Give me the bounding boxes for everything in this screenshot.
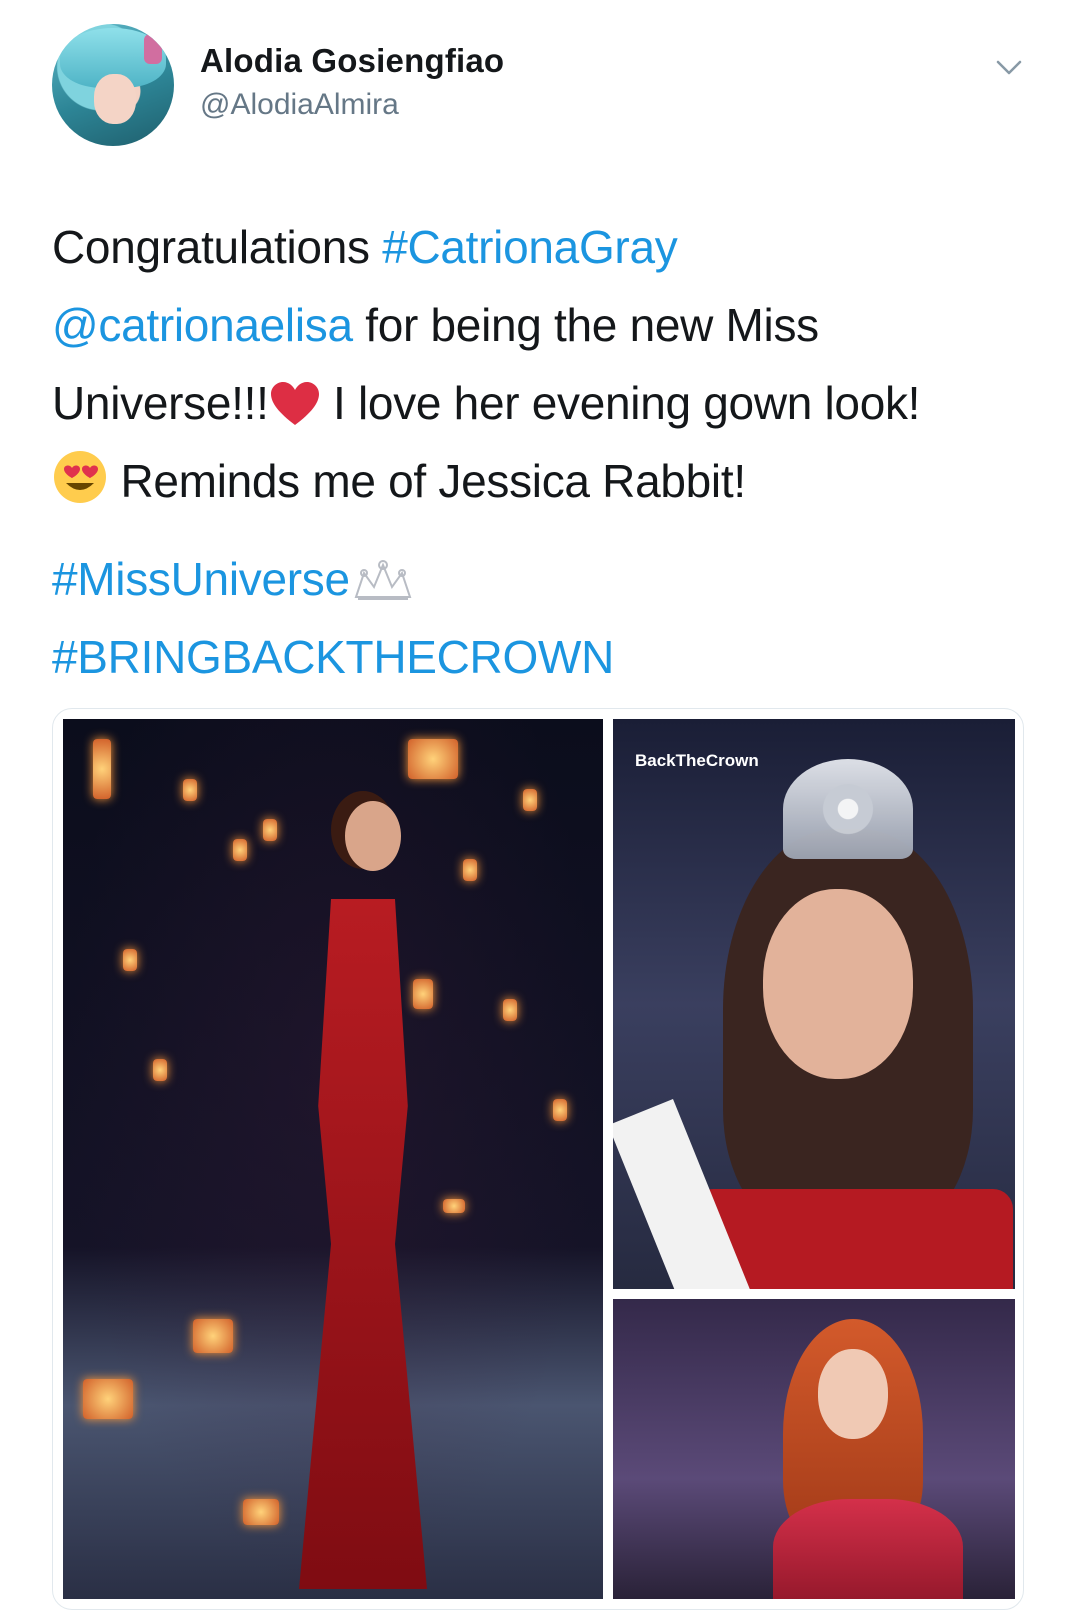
avatar-face [94, 74, 136, 124]
lantern [183, 779, 197, 801]
photo-crowning[interactable]: BackTheCrown [613, 719, 1015, 1289]
tweet-line: Universe!!! I love her evening gown look… [52, 364, 1032, 442]
hashtag-bringbackthecrown[interactable]: #BRINGBACKTHECROWN [52, 631, 614, 683]
lantern [443, 1199, 465, 1213]
photo-evening-gown[interactable] [63, 719, 603, 1599]
crown-image [783, 759, 913, 859]
lantern [233, 839, 247, 861]
tweet-line: #MissUniverse [52, 540, 1032, 618]
lantern [93, 739, 111, 799]
figure-head [345, 801, 401, 871]
tweet-line: #BRINGBACKTHECROWN [52, 618, 1032, 696]
red-heart-icon [270, 382, 319, 425]
lantern [83, 1379, 133, 1419]
tweet-text-segment: I love her evening gown look! [320, 377, 921, 429]
avatar[interactable] [52, 24, 174, 146]
media-grid[interactable]: BackTheCrown [52, 708, 1024, 1610]
photo-jessica-rabbit[interactable] [613, 1299, 1015, 1599]
lantern [413, 979, 433, 1009]
tweet-line: Congratulations #CatrionaGray [52, 208, 1032, 286]
tweet-text-segment: for being the new Miss [352, 299, 819, 351]
chevron-down-icon[interactable] [996, 54, 1022, 80]
crown-icon [354, 560, 412, 600]
author-handle[interactable]: @AlodiaAlmira [200, 88, 399, 122]
tweet-text-segment: Reminds me of Jessica Rabbit! [108, 455, 746, 507]
heart-eyes-icon [54, 451, 106, 503]
lantern [123, 949, 137, 971]
hashtag-missuniverse[interactable]: #MissUniverse [52, 553, 350, 605]
lantern [263, 819, 277, 841]
lantern [503, 999, 517, 1021]
lantern [523, 789, 537, 811]
jessica-dress [773, 1499, 963, 1599]
photo-watermark: BackTheCrown [635, 751, 759, 770]
hashtag-catrionagray[interactable]: #CatrionaGray [382, 221, 678, 273]
tweet-text-segment: Universe!!! [52, 377, 269, 429]
queen-face [763, 889, 913, 1079]
tweet-header: Alodia Gosiengfiao @AlodiaAlmira [0, 0, 1070, 170]
tweet-body: Congratulations #CatrionaGray @catrionae… [52, 208, 1032, 696]
tweet-line: Reminds me of Jessica Rabbit! [52, 442, 1032, 520]
lantern [408, 739, 458, 779]
tweet-text-segment: Congratulations [52, 221, 383, 273]
avatar-headset [144, 34, 162, 64]
jessica-face [818, 1349, 888, 1439]
lantern [193, 1319, 233, 1353]
lantern [243, 1499, 279, 1525]
lantern [153, 1059, 167, 1081]
lantern [463, 859, 477, 881]
mention-catrionaelisa[interactable]: @catrionaelisa [52, 299, 353, 351]
author-name[interactable]: Alodia Gosiengfiao [200, 42, 504, 80]
lantern [553, 1099, 567, 1121]
tweet-line: @catrionaelisa for being the new Miss [52, 286, 1032, 364]
